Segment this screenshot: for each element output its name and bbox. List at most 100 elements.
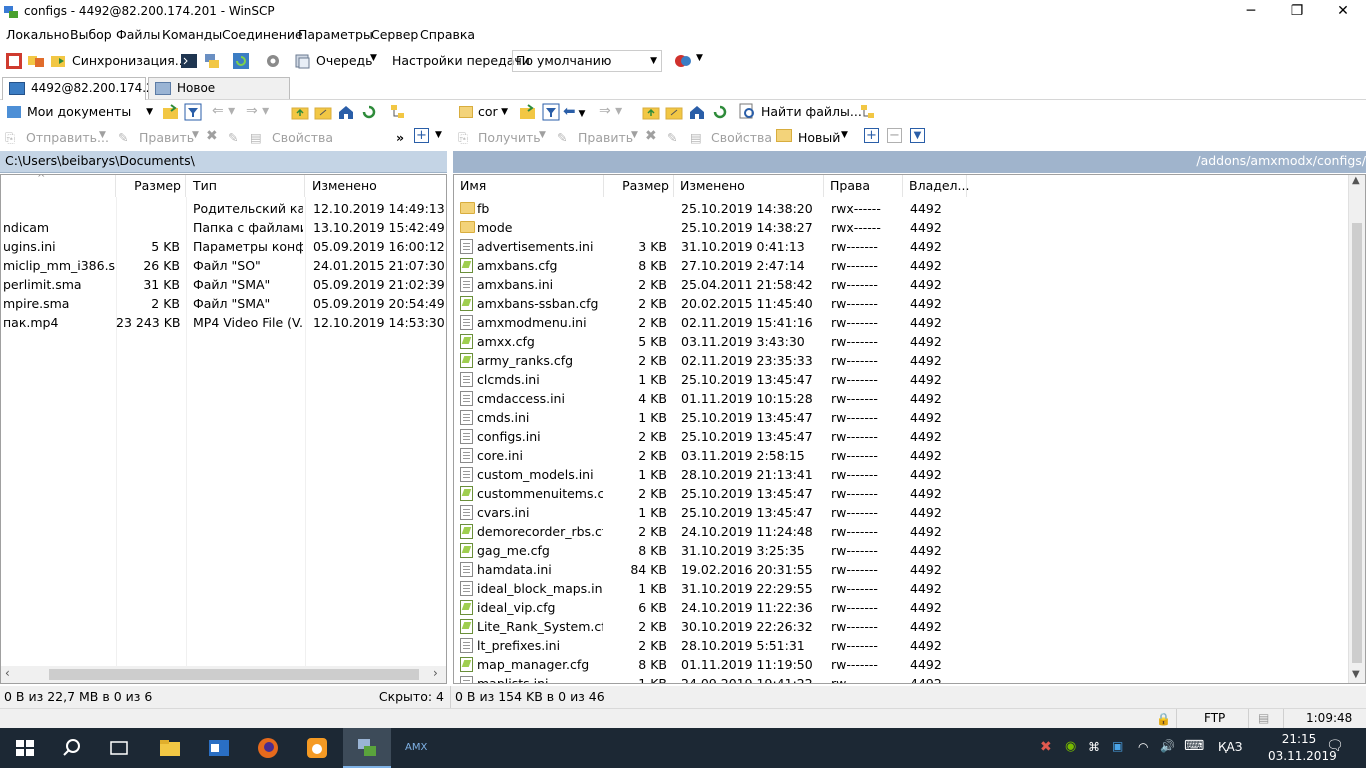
new-plus-icon[interactable]: +: [414, 128, 429, 143]
table-row[interactable]: amxbans.cfg 8 KB 27.10.2019 2:47:14 rw-----…: [454, 256, 1347, 275]
properties-button[interactable]: Свойства: [272, 130, 333, 145]
parent-dir-icon[interactable]: [642, 103, 660, 121]
tray-network-icon[interactable]: ▣: [1112, 739, 1123, 753]
forward-arrow-icon[interactable]: ⇒ ▾: [246, 103, 269, 119]
delete-icon[interactable]: ✖: [645, 128, 657, 144]
tray-alert-icon[interactable]: ✖: [1040, 739, 1052, 755]
tray-app-icon[interactable]: ⌘: [1088, 740, 1100, 754]
wifi-icon[interactable]: ◠: [1138, 740, 1148, 754]
right-col-rights[interactable]: Права: [824, 175, 903, 197]
amx-plugin-icon[interactable]: AMX: [403, 736, 427, 760]
chevron-down-icon[interactable]: ▼: [841, 130, 848, 140]
tree-icon[interactable]: [859, 103, 877, 121]
tab-session[interactable]: 4492@82.200.174.201: [2, 77, 169, 101]
home-icon[interactable]: [337, 103, 355, 121]
queue-button[interactable]: Очередь: [316, 53, 373, 68]
volume-icon[interactable]: 🔊: [1160, 739, 1175, 753]
table-row[interactable]: ndicam Папка с файлами 13.10.2019 15:42:49: [1, 218, 446, 237]
find-files-button[interactable]: Найти файлы...: [761, 104, 862, 119]
find-files-icon[interactable]: [739, 103, 757, 121]
refresh-icon[interactable]: [232, 52, 250, 70]
disconnect-chevron-down-icon[interactable]: ▼: [696, 53, 703, 63]
task-view-icon[interactable]: [107, 736, 131, 760]
table-row[interactable]: ideal_vip.cfg 6 KB 24.10.2019 11:22:36 rw--…: [454, 598, 1347, 617]
app-window-icon[interactable]: [207, 736, 231, 760]
search-icon[interactable]: [60, 736, 84, 760]
table-row[interactable]: lt_prefixes.ini 2 KB 28.10.2019 5:51:31 rw-…: [454, 636, 1347, 655]
left-scroll-thumb[interactable]: [49, 669, 419, 680]
table-row[interactable]: cvars.ini 1 KB 25.10.2019 13:45:47 rw------…: [454, 503, 1347, 522]
table-row[interactable]: gag_me.cfg 8 KB 31.10.2019 3:25:35 rw------…: [454, 541, 1347, 560]
table-row[interactable]: advertisements.ini 3 KB 31.10.2019 0:41:13…: [454, 237, 1347, 256]
menu-files[interactable]: Файлы: [116, 27, 160, 42]
gear-icon[interactable]: [264, 52, 282, 70]
menu-connection[interactable]: Соединение: [222, 27, 303, 42]
close-button[interactable]: ✕: [1320, 0, 1366, 24]
table-row[interactable]: configs.ini 2 KB 25.10.2019 13:45:47 rw----…: [454, 427, 1347, 446]
firefox-icon[interactable]: [256, 736, 280, 760]
sync-button[interactable]: Синхронизация...: [72, 53, 187, 68]
root-dir-icon[interactable]: [314, 103, 332, 121]
table-row[interactable]: fb 25.10.2019 14:38:20 rwx------ 4492: [454, 199, 1347, 218]
forward-arrow-icon[interactable]: ⇒ ▾: [599, 103, 622, 119]
parent-dir-icon[interactable]: [291, 103, 309, 121]
clock-time[interactable]: 21:15: [1276, 732, 1322, 746]
home-icon[interactable]: [688, 103, 706, 121]
file-explorer-icon[interactable]: [158, 736, 182, 760]
send-button[interactable]: Отправить...: [26, 130, 109, 145]
rename-icon[interactable]: ✎: [228, 130, 238, 145]
table-row[interactable]: Родительский кат... 12.10.2019 14:49:13: [1, 199, 446, 218]
tree-icon[interactable]: [389, 103, 407, 121]
table-row[interactable]: army_ranks.cfg 2 KB 02.11.2019 23:35:33 rw-…: [454, 351, 1347, 370]
table-row[interactable]: amxbans.ini 2 KB 25.04.2011 21:58:42 rw----…: [454, 275, 1347, 294]
select-plus-icon[interactable]: +: [864, 128, 879, 143]
table-row[interactable]: core.ini 2 KB 03.11.2019 2:58:15 rw------- 4…: [454, 446, 1347, 465]
left-col-modified[interactable]: Изменено: [306, 175, 446, 197]
scroll-up-icon[interactable]: ▲: [1352, 175, 1360, 186]
putty-icon[interactable]: [203, 52, 221, 70]
back-arrow-icon[interactable]: ⬅ ▼: [563, 102, 585, 120]
table-row[interactable]: map_manager.cfg 8 KB 01.11.2019 11:19:50 rw…: [454, 655, 1347, 674]
root-dir-icon[interactable]: [665, 103, 683, 121]
table-row[interactable]: custommenuitems.cfg 2 KB 25.10.2019 13:45:…: [454, 484, 1347, 503]
table-row[interactable]: miclip_mm_i386.so 26 KB Файл "SO" 24.01.201…: [1, 256, 446, 275]
table-row[interactable]: custom_models.ini 1 KB 28.10.2019 21:13:41…: [454, 465, 1347, 484]
tab-new-connection[interactable]: Новое соединение...: [148, 77, 290, 115]
clock-date[interactable]: 03.11.2019: [1268, 749, 1337, 763]
compare-dirs-icon[interactable]: [27, 52, 45, 70]
table-row[interactable]: cmds.ini 1 KB 25.10.2019 13:45:47 rw-------…: [454, 408, 1347, 427]
delete-icon[interactable]: ✖: [206, 128, 218, 144]
filter-icon[interactable]: [184, 103, 202, 121]
edit-button[interactable]: Править: [578, 130, 633, 145]
add-local-icon[interactable]: [5, 52, 23, 70]
left-horizontal-scrollbar[interactable]: ‹ ›: [1, 666, 446, 683]
table-row[interactable]: ideal_block_maps.ini 1 KB 31.10.2019 22:29…: [454, 579, 1347, 598]
minimize-button[interactable]: ─: [1228, 0, 1274, 24]
windows-start-icon[interactable]: [13, 736, 37, 760]
table-row[interactable]: amxx.cfg 5 KB 03.11.2019 3:43:30 rw------- 4…: [454, 332, 1347, 351]
keyboard-icon[interactable]: ⌨: [1184, 738, 1204, 754]
right-col-size[interactable]: Размер: [604, 175, 674, 197]
left-col-type[interactable]: Тип: [187, 175, 305, 197]
properties-button[interactable]: Свойства: [711, 130, 772, 145]
chevron-down-icon[interactable]: ▼: [435, 130, 442, 140]
menu-help[interactable]: Справка: [420, 27, 475, 42]
queue-icon[interactable]: [294, 52, 312, 70]
table-row[interactable]: mpire.sma 2 KB Файл "SMA" 05.09.2019 20:54:…: [1, 294, 446, 313]
refresh-icon[interactable]: [360, 103, 378, 121]
table-row[interactable]: пак.mp4 23 243 KB MP4 Video File (V... 12.1…: [1, 313, 446, 332]
unselect-minus-icon[interactable]: −: [887, 128, 902, 143]
uc-browser-icon[interactable]: [305, 736, 329, 760]
table-row[interactable]: demorecorder_rbs.cfg 2 KB 24.10.2019 11:24…: [454, 522, 1347, 541]
right-location-select[interactable]: cor ▼: [455, 102, 511, 122]
left-col-size[interactable]: Размер: [116, 175, 186, 197]
menu-local[interactable]: Локально: [6, 27, 69, 42]
winscp-taskbar-button[interactable]: [343, 728, 391, 768]
table-row[interactable]: Lite_Rank_System.cfg 2 KB 30.10.2019 22:26…: [454, 617, 1347, 636]
left-location-select[interactable]: Мои документы ▼: [4, 102, 156, 122]
menu-commands[interactable]: Команды: [162, 27, 222, 42]
table-row[interactable]: cmdaccess.ini 4 KB 01.11.2019 10:15:28 rw--…: [454, 389, 1347, 408]
edit-button[interactable]: Править: [139, 130, 194, 145]
open-folder-icon[interactable]: [519, 103, 537, 121]
open-folder-icon[interactable]: [162, 103, 180, 121]
